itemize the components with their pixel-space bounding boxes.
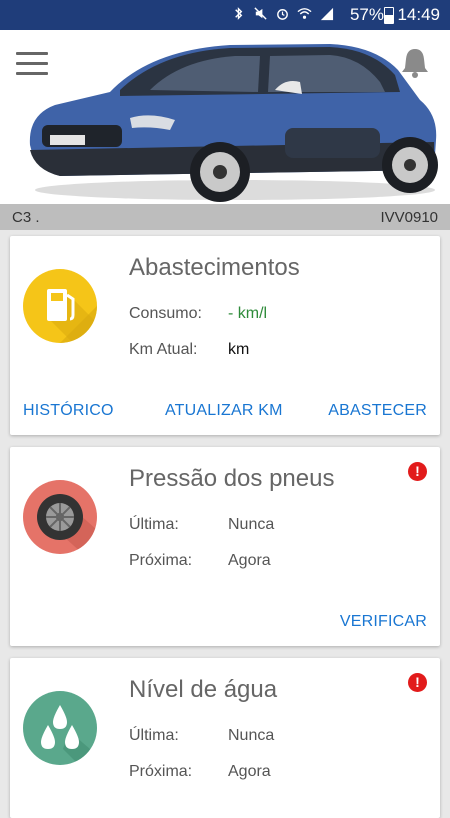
bluetooth-icon [235, 7, 243, 20]
status-icons [231, 6, 334, 21]
clock: 14:49 [397, 5, 440, 24]
battery-percent: 57% [349, 5, 384, 24]
last-check-label: Última: [129, 516, 179, 533]
battery-icon [384, 7, 394, 24]
tire-avatar [23, 480, 97, 554]
status-bar: 57% 14:49 [0, 0, 450, 30]
km-label: Km Atual: [129, 341, 198, 358]
card-title: Pressão dos pneus [129, 465, 335, 492]
menu-button[interactable] [16, 52, 48, 76]
verify-button[interactable]: VERIFICAR [340, 613, 427, 631]
menu-icon-bar [16, 52, 48, 55]
signal-icon [320, 7, 334, 21]
next-check-label: Próxima: [129, 552, 193, 569]
vehicle-model: C3 . [12, 209, 40, 226]
menu-icon-bar [16, 72, 48, 75]
last-check-label: Última: [129, 727, 179, 744]
tire-alert-icon: ! [408, 462, 427, 481]
last-check-value: Nunca [228, 727, 275, 744]
history-button[interactable]: HISTÓRICO [23, 402, 114, 420]
fuel-pump-icon [47, 289, 97, 343]
next-check-value: Agora [228, 552, 271, 569]
update-km-button[interactable]: ATUALIZAR KM [165, 402, 283, 420]
tire-icon [37, 494, 97, 554]
next-check-label: Próxima: [129, 763, 193, 780]
water-level-card: ! Nível de água Última: Nunca Próxima: A… [10, 658, 440, 818]
card-title: Abastecimentos [129, 254, 300, 281]
vehicle-caption-bar: C3 . IVV0910 [0, 204, 450, 230]
mute-icon [254, 7, 267, 20]
water-alert-icon: ! [408, 673, 427, 692]
vehicle-header [0, 30, 450, 204]
vehicle-image [29, 44, 438, 202]
wifi-icon [297, 8, 312, 19]
card-title: Nível de água [129, 676, 278, 703]
notification-bell-icon[interactable] [400, 46, 430, 78]
fuel-avatar [23, 269, 97, 343]
next-check-value: Agora [228, 763, 271, 780]
water-drops-icon [41, 705, 97, 765]
vehicle-plate: IVV0910 [380, 209, 438, 226]
consumption-label: Consumo: [129, 305, 202, 322]
km-value: km [228, 341, 250, 358]
fuel-card: Abastecimentos Consumo: - km/l Km Atual:… [10, 236, 440, 435]
tire-pressure-card: ! Pressão dos pneus Última: Nunca Próxim… [10, 447, 440, 646]
menu-icon-bar [16, 62, 48, 65]
alarm-icon [277, 9, 288, 20]
water-avatar [23, 691, 97, 765]
consumption-value: - km/l [228, 305, 268, 322]
last-check-value: Nunca [228, 516, 275, 533]
refuel-button[interactable]: ABASTECER [328, 402, 427, 420]
